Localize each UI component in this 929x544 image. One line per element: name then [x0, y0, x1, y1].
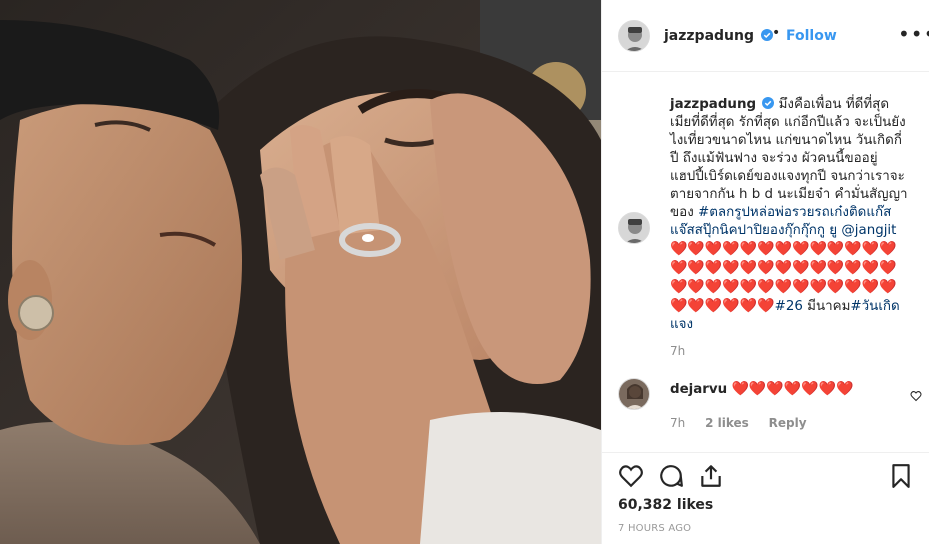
- more-icon[interactable]: •••: [898, 24, 929, 44]
- couple-selfie-image: [0, 0, 601, 544]
- instagram-post: jazzpadung • Follow ••• jazzpadu: [0, 0, 929, 544]
- post-sidebar: jazzpadung • Follow ••• jazzpadu: [601, 0, 929, 544]
- caption-username[interactable]: jazzpadung: [670, 97, 756, 112]
- caption-text: มึงคือเพื่อน ที่ดีที่สุด เมียที่ดีที่สุด…: [670, 97, 908, 220]
- username-text[interactable]: jazzpadung: [664, 28, 754, 44]
- hashtag-link[interactable]: #26: [775, 299, 803, 314]
- heart-icon[interactable]: [618, 463, 644, 489]
- caption-text: มีนาคม: [807, 299, 851, 314]
- share-icon[interactable]: [698, 463, 724, 489]
- commenter-profile-picture: [619, 379, 649, 409]
- comment-timestamp[interactable]: 7h: [670, 416, 685, 430]
- comment-icon[interactable]: [658, 463, 684, 489]
- post-timestamp[interactable]: 7 HOURS AGO: [618, 523, 691, 534]
- comment-username[interactable]: dejarvu: [670, 382, 727, 397]
- post-author-username[interactable]: jazzpadung: [664, 28, 773, 44]
- comment-likes[interactable]: 2 likes: [705, 416, 749, 430]
- reply-button[interactable]: Reply: [769, 416, 807, 430]
- caption-avatar[interactable]: [618, 212, 650, 244]
- profile-picture: [619, 21, 649, 51]
- caption-timestamp[interactable]: 7h: [670, 344, 685, 358]
- post-caption: jazzpadung มึงคือเพื่อน ที่ดีที่สุด เมีย…: [670, 96, 910, 334]
- comment: dejarvu ❤️❤️❤️❤️❤️❤️❤️: [670, 380, 900, 399]
- post-actions: 60,382 likes 7 HOURS AGO: [602, 452, 929, 544]
- follow-button[interactable]: Follow: [786, 28, 837, 44]
- post-photo[interactable]: [0, 0, 601, 544]
- comment-meta: 7h 2 likes Reply: [670, 416, 823, 430]
- bookmark-icon[interactable]: [888, 463, 914, 489]
- comment-text: ❤️❤️❤️❤️❤️❤️❤️: [731, 381, 854, 397]
- likes-count[interactable]: 60,382 likes: [618, 497, 713, 513]
- heart-icon[interactable]: [910, 390, 922, 402]
- caption-profile-picture: [619, 213, 649, 243]
- avatar[interactable]: [618, 20, 650, 52]
- post-header: jazzpadung • Follow •••: [602, 0, 929, 72]
- mention-link[interactable]: @jangjit: [841, 223, 896, 238]
- comments-section: jazzpadung มึงคือเพื่อน ที่ดีที่สุด เมีย…: [602, 72, 929, 452]
- separator-dot: •: [772, 25, 781, 41]
- verified-icon: [762, 97, 775, 109]
- comment-avatar[interactable]: [618, 378, 650, 410]
